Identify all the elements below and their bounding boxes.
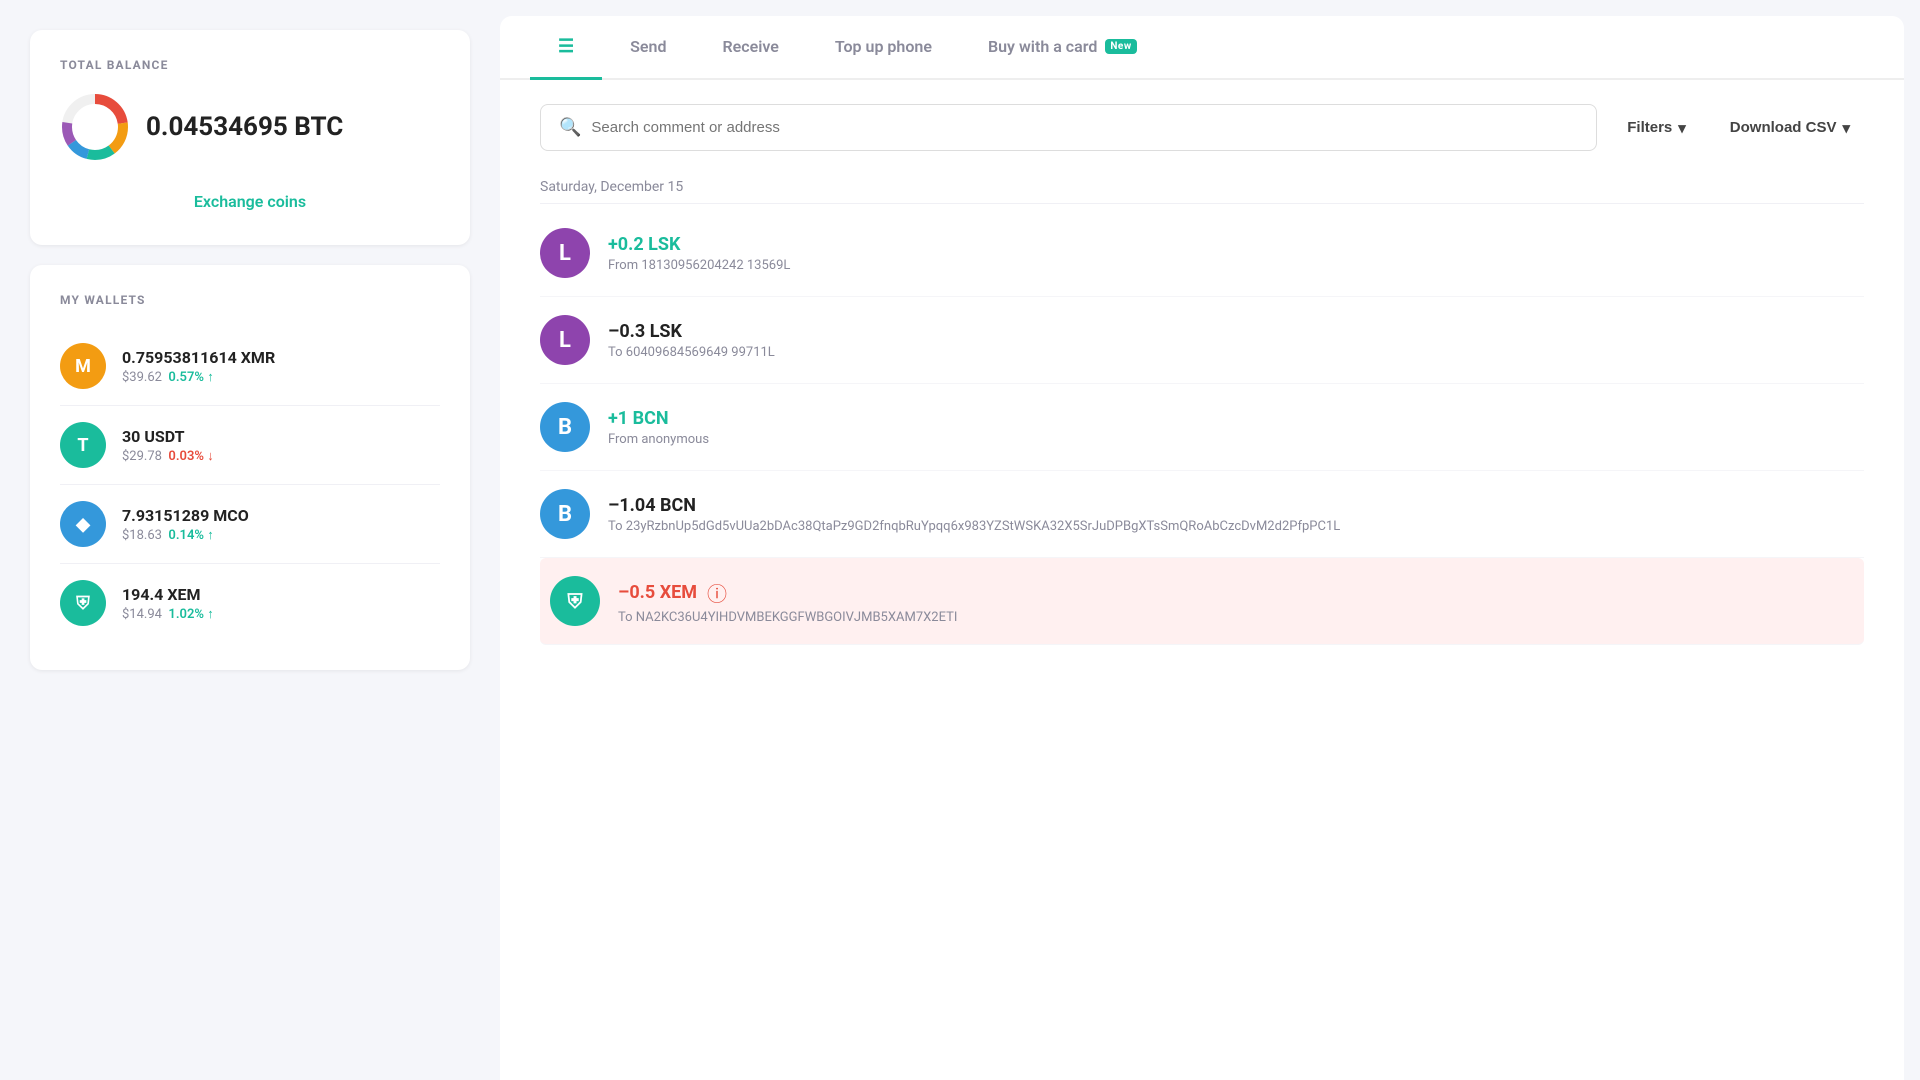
filters-button[interactable]: Filters ▾ bbox=[1613, 109, 1700, 147]
left-panel: TOTAL BALANCE 0.04534695 BTC Exchange co… bbox=[0, 0, 500, 1080]
tx-details: +0.2 LSK From 18130956204242 13569L bbox=[608, 234, 1864, 273]
filters-label: Filters bbox=[1627, 119, 1672, 136]
tx-address: To 23yRzbnUp5dGd5vUUa2bDAc38QtaPz9GD2fnq… bbox=[608, 519, 1864, 534]
wallet-fiat: $29.78 0.03% ↓ bbox=[122, 448, 440, 464]
wallet-item[interactable]: ◆ 7.93151289 MCO $18.63 0.14% ↑ bbox=[60, 485, 440, 564]
wallet-fiat: $18.63 0.14% ↑ bbox=[122, 527, 440, 543]
tab-history[interactable]: ☰ bbox=[530, 16, 602, 80]
wallet-info: 7.93151289 MCO $18.63 0.14% ↑ bbox=[122, 506, 440, 543]
wallet-amount: 194.4 XEM bbox=[122, 585, 440, 604]
history-icon: ☰ bbox=[558, 36, 574, 57]
my-wallets-card: MY WALLETS M 0.75953811614 XMR $39.62 0.… bbox=[30, 265, 470, 670]
tx-avatar: L bbox=[540, 228, 590, 278]
wallet-change: 1.02% ↑ bbox=[168, 607, 213, 622]
total-balance-title: TOTAL BALANCE bbox=[60, 58, 440, 72]
wallet-icon: ⛨ bbox=[60, 580, 106, 626]
tab-receive[interactable]: Receive bbox=[694, 17, 806, 79]
filters-chevron-icon: ▾ bbox=[1678, 119, 1686, 137]
download-csv-button[interactable]: Download CSV ▾ bbox=[1716, 109, 1864, 147]
csv-chevron-icon: ▾ bbox=[1842, 119, 1850, 137]
tab-receive-label: Receive bbox=[722, 37, 778, 56]
wallet-amount: 7.93151289 MCO bbox=[122, 506, 440, 525]
tx-amount: –1.04 BCN bbox=[608, 495, 696, 516]
transaction-list: L +0.2 LSK From 18130956204242 13569L L … bbox=[540, 210, 1864, 645]
tx-amount: –0.3 LSK bbox=[608, 321, 682, 342]
transaction-area: 🔍 Filters ▾ Download CSV ▾ Saturday, Dec… bbox=[500, 80, 1904, 1080]
csv-label: Download CSV bbox=[1730, 119, 1837, 136]
search-icon: 🔍 bbox=[559, 117, 581, 138]
tx-address: To NA2KC36U4YIHDVMBEKGGFWBGOIVJMB5XAM7X2… bbox=[618, 610, 1854, 625]
wallet-amount: 0.75953811614 XMR bbox=[122, 348, 440, 367]
wallet-fiat: $39.62 0.57% ↑ bbox=[122, 369, 440, 385]
balance-row: 0.04534695 BTC bbox=[60, 92, 440, 162]
donut-chart bbox=[60, 92, 130, 162]
tx-address: To 60409684569649 99711L bbox=[608, 345, 1864, 360]
wallet-fiat: $14.94 1.02% ↑ bbox=[122, 606, 440, 622]
tab-send[interactable]: Send bbox=[602, 17, 694, 79]
wallet-icon: ◆ bbox=[60, 501, 106, 547]
tab-send-label: Send bbox=[630, 37, 666, 56]
tx-amount: +1 BCN bbox=[608, 408, 669, 429]
tx-amount: +0.2 LSK bbox=[608, 234, 680, 255]
date-separator: Saturday, December 15 bbox=[540, 179, 1864, 204]
tx-avatar: L bbox=[540, 315, 590, 365]
tx-avatar: B bbox=[540, 402, 590, 452]
tx-amount: –0.5 XEM bbox=[618, 582, 697, 603]
wallet-change: 0.14% ↑ bbox=[168, 528, 213, 543]
tx-details: –0.5 XEM ⓘ To NA2KC36U4YIHDVMBEKGGFWBGOI… bbox=[618, 578, 1854, 625]
wallet-amount: 30 USDT bbox=[122, 427, 440, 446]
tab-buycard[interactable]: Buy with a card New bbox=[960, 17, 1165, 79]
wallet-info: 194.4 XEM $14.94 1.02% ↑ bbox=[122, 585, 440, 622]
tx-avatar: B bbox=[540, 489, 590, 539]
wallet-item[interactable]: ⛨ 194.4 XEM $14.94 1.02% ↑ bbox=[60, 564, 440, 642]
exchange-coins-button[interactable]: Exchange coins bbox=[60, 186, 440, 217]
wallet-item[interactable]: M 0.75953811614 XMR $39.62 0.57% ↑ bbox=[60, 327, 440, 406]
tx-address: From anonymous bbox=[608, 432, 1864, 447]
wallet-info: 30 USDT $29.78 0.03% ↓ bbox=[122, 427, 440, 464]
tx-details: +1 BCN From anonymous bbox=[608, 408, 1864, 447]
tab-buycard-label: Buy with a card bbox=[988, 37, 1097, 56]
wallet-list: M 0.75953811614 XMR $39.62 0.57% ↑ T 30 … bbox=[60, 327, 440, 642]
search-input[interactable] bbox=[591, 119, 1578, 136]
tab-topup-label: Top up phone bbox=[835, 37, 932, 56]
balance-amount: 0.04534695 BTC bbox=[146, 112, 343, 142]
total-balance-card: TOTAL BALANCE 0.04534695 BTC Exchange co… bbox=[30, 30, 470, 245]
new-badge: New bbox=[1105, 39, 1136, 54]
wallet-icon: T bbox=[60, 422, 106, 468]
tx-avatar: ⛨ bbox=[550, 576, 600, 626]
tx-details: –1.04 BCN To 23yRzbnUp5dGd5vUUa2bDAc38Qt… bbox=[608, 495, 1864, 534]
tab-topup[interactable]: Top up phone bbox=[807, 17, 960, 79]
transaction-item[interactable]: ⛨ –0.5 XEM ⓘ To NA2KC36U4YIHDVMBEKGGFWBG… bbox=[540, 558, 1864, 645]
wallet-item[interactable]: T 30 USDT $29.78 0.03% ↓ bbox=[60, 406, 440, 485]
transaction-item[interactable]: L –0.3 LSK To 60409684569649 99711L bbox=[540, 297, 1864, 384]
wallet-change: 0.03% ↓ bbox=[168, 449, 213, 464]
transaction-item[interactable]: B +1 BCN From anonymous bbox=[540, 384, 1864, 471]
wallets-title: MY WALLETS bbox=[60, 293, 440, 307]
tx-details: –0.3 LSK To 60409684569649 99711L bbox=[608, 321, 1864, 360]
tabs-bar: ☰ Send Receive Top up phone Buy with a c… bbox=[500, 16, 1904, 80]
right-panel: ☰ Send Receive Top up phone Buy with a c… bbox=[500, 16, 1904, 1080]
error-icon: ⓘ bbox=[707, 578, 727, 607]
wallet-info: 0.75953811614 XMR $39.62 0.57% ↑ bbox=[122, 348, 440, 385]
wallet-icon: M bbox=[60, 343, 106, 389]
transaction-item[interactable]: B –1.04 BCN To 23yRzbnUp5dGd5vUUa2bDAc38… bbox=[540, 471, 1864, 558]
tx-address: From 18130956204242 13569L bbox=[608, 258, 1864, 273]
wallet-change: 0.57% ↑ bbox=[168, 370, 213, 385]
search-row: 🔍 Filters ▾ Download CSV ▾ bbox=[540, 104, 1864, 151]
search-box[interactable]: 🔍 bbox=[540, 104, 1597, 151]
transaction-item[interactable]: L +0.2 LSK From 18130956204242 13569L bbox=[540, 210, 1864, 297]
